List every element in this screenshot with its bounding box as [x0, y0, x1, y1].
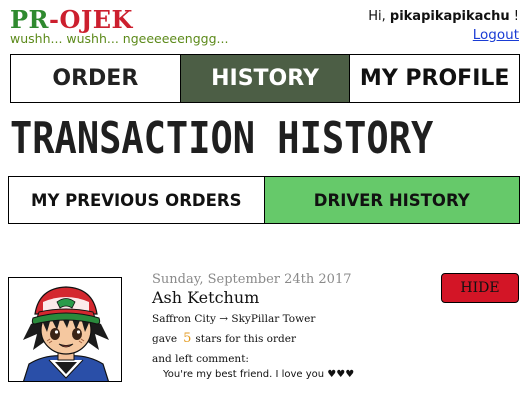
order-rating: gave 5 stars for this order: [152, 331, 296, 346]
logo-ojek: OJEK: [59, 5, 133, 34]
app-logo: PR-OJEK: [10, 6, 133, 34]
subtab-driver-history[interactable]: DRIVER HISTORY: [264, 177, 519, 223]
rating-suffix: stars for this order: [195, 333, 296, 345]
order-route: Saffron City → SkyPillar Tower: [152, 313, 316, 325]
hide-button[interactable]: HIDE: [441, 273, 519, 303]
username: pikapikapikachu: [389, 9, 510, 24]
history-subtabs: MY PREVIOUS ORDERS DRIVER HISTORY: [8, 176, 520, 224]
logo-pr: PR: [10, 5, 49, 34]
tagline: wushh... wushh... ngeeeeeenggg...: [10, 31, 229, 46]
greeting-prefix: Hi,: [368, 9, 390, 24]
greeting-suffix: !: [509, 9, 519, 24]
rating-prefix: gave: [152, 333, 178, 345]
driver-avatar: [8, 277, 122, 382]
tab-my-profile[interactable]: MY PROFILE: [350, 55, 520, 102]
tab-order[interactable]: ORDER: [11, 55, 181, 102]
main-nav: ORDER HISTORY MY PROFILE: [10, 54, 520, 103]
tab-history[interactable]: HISTORY: [180, 55, 351, 102]
user-greeting: Hi, pikapikapikachu !: [368, 9, 519, 24]
logout-link[interactable]: Logout: [473, 27, 519, 43]
rating-value: 5: [183, 331, 192, 346]
order-comment: You're my best friend. I love you ♥♥♥: [163, 369, 355, 380]
logo-dash: -: [49, 5, 60, 34]
ash-ketchum-avatar-icon: [23, 286, 109, 381]
subtab-my-previous-orders[interactable]: MY PREVIOUS ORDERS: [9, 177, 265, 223]
comment-label: and left comment:: [152, 353, 249, 365]
customer-name: Ash Ketchum: [152, 288, 260, 307]
page-title: TRANSACTION HISTORY: [10, 113, 434, 164]
order-date: Sunday, September 24th 2017: [152, 272, 352, 287]
